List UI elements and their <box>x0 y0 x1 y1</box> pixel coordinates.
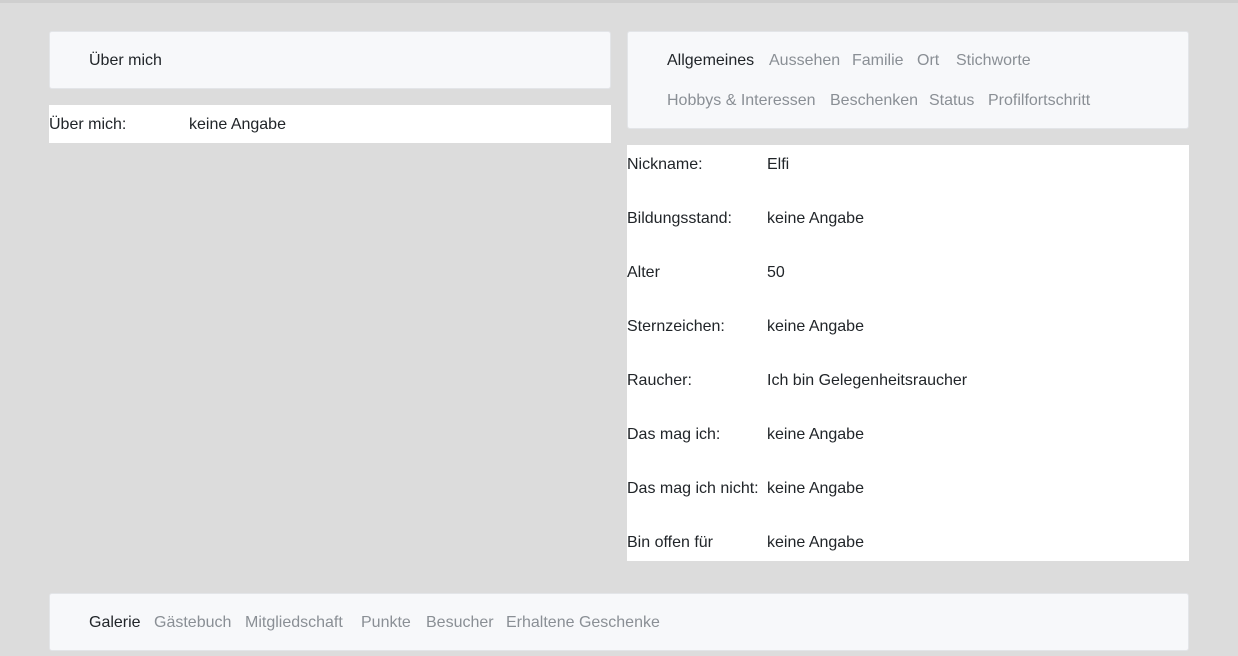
detail-label: Bin offen für <box>627 534 713 551</box>
tab-besucher[interactable]: Besucher <box>426 614 494 632</box>
bottom-tabs-header: Galerie Gästebuch Mitgliedschaft Punkte Besu… <box>49 593 1189 651</box>
about-me-label: Über mich: <box>49 116 127 133</box>
detail-value: keine Angabe <box>767 426 864 443</box>
detail-value: keine Angabe <box>767 318 864 335</box>
tab-hobbys-interessen[interactable]: Hobbys & Interessen <box>667 92 816 110</box>
tab-profilfortschritt[interactable]: Profilfortschritt <box>988 92 1090 110</box>
tab-punkte[interactable]: Punkte <box>361 614 411 632</box>
detail-label: Sternzeichen: <box>627 318 725 335</box>
detail-label: Bildungsstand: <box>627 210 732 227</box>
detail-value: 50 <box>767 264 785 281</box>
tab-beschenken[interactable]: Beschenken <box>830 92 918 110</box>
detail-value: keine Angabe <box>767 210 864 227</box>
about-me-value: keine Angabe <box>189 116 286 133</box>
tab-aussehen[interactable]: Aussehen <box>769 52 840 70</box>
tab-erhaltene-geschenke[interactable]: Erhaltene Geschenke <box>506 614 660 632</box>
profile-tabs: Allgemeines Aussehen Familie Ort Stichworte H… <box>628 32 1188 128</box>
tab-status[interactable]: Status <box>929 92 974 110</box>
detail-label: Alter <box>627 264 660 281</box>
detail-label: Raucher: <box>627 372 692 389</box>
tab-stichworte[interactable]: Stichworte <box>956 52 1031 70</box>
tab-gästebuch[interactable]: Gästebuch <box>154 614 231 632</box>
detail-label: Nickname: <box>627 156 703 173</box>
tab-mitgliedschaft[interactable]: Mitgliedschaft <box>245 614 343 632</box>
detail-value: keine Angabe <box>767 534 864 551</box>
profile-tabs-header: Allgemeines Aussehen Familie Ort Stichworte H… <box>627 31 1189 129</box>
tab-galerie[interactable]: Galerie <box>89 614 141 632</box>
profile-details-panel: Nickname: Elfi Bildungsstand: keine Angabe A… <box>627 145 1189 561</box>
detail-label: Das mag ich nicht: <box>627 480 759 497</box>
about-me-header: Über mich <box>49 31 611 89</box>
bottom-tabs: Galerie Gästebuch Mitgliedschaft Punkte Besu… <box>50 594 1188 650</box>
tab-ort[interactable]: Ort <box>917 52 939 70</box>
tab-about-me[interactable]: Über mich <box>89 52 162 70</box>
top-divider <box>0 0 1238 3</box>
detail-value: keine Angabe <box>767 480 864 497</box>
tab-familie[interactable]: Familie <box>852 52 904 70</box>
tab-allgemeines[interactable]: Allgemeines <box>667 52 754 70</box>
about-me-panel: Über mich: keine Angabe <box>49 105 611 143</box>
detail-value: Elfi <box>767 156 790 173</box>
detail-value: Ich bin Gelegenheitsraucher <box>767 372 968 389</box>
detail-label: Das mag ich: <box>627 426 721 443</box>
